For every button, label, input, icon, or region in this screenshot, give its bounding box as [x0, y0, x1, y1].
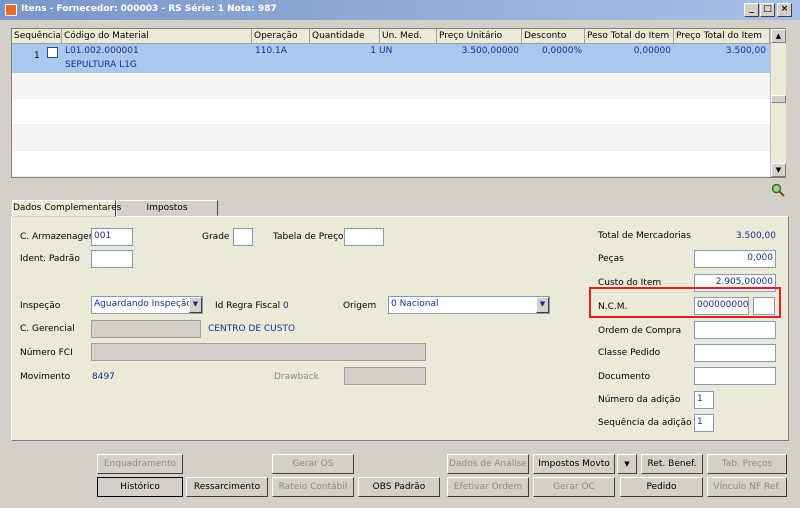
inspecao-label: Inspeção	[20, 301, 61, 311]
ncm-extra-input[interactable]	[753, 297, 775, 315]
total-mercadorias-value: 3.500,00	[735, 231, 776, 241]
close-button[interactable]: ×	[777, 3, 792, 17]
classe-pedido-input[interactable]	[694, 344, 776, 362]
col-header-sequencia[interactable]: Sequência	[12, 29, 62, 44]
pedido-button[interactable]: Pedido	[620, 477, 703, 497]
gerar-oc-button[interactable]: Gerar OC	[533, 477, 615, 497]
c-gerencial-desc: CENTRO DE CUSTO	[208, 324, 296, 334]
c-armazenagem-label: C. Armazenagem	[20, 232, 98, 242]
scroll-down-button[interactable]: ▼	[771, 163, 786, 177]
pecas-label: Peças	[598, 254, 624, 264]
tab-precos-button[interactable]: Tab. Preços	[707, 454, 787, 474]
row-preco-total: 3.500,00	[725, 46, 766, 56]
origem-label: Origem	[343, 301, 377, 311]
documento-input[interactable]	[694, 367, 776, 385]
sequencia-adicao-input[interactable]: 1	[694, 414, 714, 432]
ncm-label: N.C.M.	[598, 302, 628, 312]
grade-input[interactable]	[233, 228, 253, 246]
dados-analise-button[interactable]: Dados de Análise	[447, 454, 529, 474]
row-operacao: 110.1A	[255, 46, 287, 56]
impostos-dropdown-button[interactable]: ▼	[617, 454, 637, 474]
scroll-up-button[interactable]: ▲	[771, 29, 786, 43]
numero-fci-input	[91, 343, 426, 361]
col-header-preco-unitario[interactable]: Preço Unitário	[437, 29, 522, 44]
row-un-med: UN	[379, 46, 393, 56]
total-mercadorias-label: Total de Mercadorias	[598, 231, 691, 241]
row-sequencia: 1	[34, 51, 40, 61]
origem-value: 0 Nacional	[391, 299, 439, 309]
search-icon[interactable]	[771, 183, 785, 197]
empty-row	[12, 151, 770, 177]
efetivar-ordem-button[interactable]: Efetivar Ordem	[447, 477, 529, 497]
grade-label: Grade	[202, 232, 230, 242]
ident-padrao-label: Ident. Padrão	[20, 254, 80, 264]
documento-label: Documento	[598, 372, 651, 382]
row-desconto: 0,0000%	[541, 46, 582, 56]
minimize-button[interactable]: _	[744, 3, 759, 17]
inspecao-value: Aguardando Inspeção	[94, 299, 192, 309]
items-grid[interactable]: Sequência Código do Material Operação Qu…	[11, 28, 786, 178]
numero-adicao-input[interactable]: 1	[694, 391, 714, 409]
gerar-os-button[interactable]: Gerar OS	[272, 454, 354, 474]
classe-pedido-label: Classe Pedido	[598, 348, 661, 358]
row-preco-unitario: 3.500,00000	[461, 46, 519, 56]
sequencia-adicao-label: Sequência da adição	[598, 418, 692, 428]
id-regra-fiscal-value: 0	[283, 301, 289, 311]
tabela-preco-label: Tabela de Preço	[273, 232, 344, 242]
rateio-contabil-button[interactable]: Rateio Contábil	[272, 477, 354, 497]
numero-fci-label: Número FCI	[20, 348, 73, 358]
ordem-compra-input[interactable]	[694, 321, 776, 339]
drawback-input	[344, 367, 426, 385]
vertical-scrollbar[interactable]: ▲ ▼	[770, 29, 786, 177]
row-codigo: L01.002.000001	[65, 46, 139, 56]
movimento-value: 8497	[92, 372, 115, 382]
vinculo-nf-ref-button[interactable]: Vínculo NF Ref.	[707, 477, 787, 497]
ident-padrao-input[interactable]	[91, 250, 133, 268]
tab-dados-complementares[interactable]: Dados Complementares	[12, 200, 121, 217]
obs-padrao-button[interactable]: OBS Padrão	[358, 477, 440, 497]
window-title: Itens - Fornecedor: 000003 - RS Série: 1…	[21, 4, 277, 14]
empty-row	[12, 125, 770, 151]
col-header-quantidade[interactable]: Quantidade	[310, 29, 380, 44]
pecas-input[interactable]: 0,000	[694, 250, 776, 268]
chevron-down-icon[interactable]: ▼	[536, 297, 549, 313]
col-header-codigo[interactable]: Código do Material	[62, 29, 252, 44]
col-header-un-med[interactable]: Un. Med.	[380, 29, 437, 44]
chevron-down-icon[interactable]: ▼	[189, 297, 202, 313]
row-descricao: SEPULTURA L1G	[65, 60, 137, 70]
title-bar: Itens - Fornecedor: 000003 - RS Série: 1…	[0, 0, 800, 20]
tab-impostos[interactable]: Impostos	[116, 200, 218, 216]
origem-select[interactable]: 0 Nacional ▼	[388, 296, 550, 314]
ncm-input[interactable]: 0000000000	[694, 297, 749, 315]
table-row[interactable]: 1 L01.002.000001 SEPULTURA L1G 110.1A 1 …	[12, 44, 770, 73]
enquadramento-button[interactable]: Enquadramento	[97, 454, 183, 474]
col-header-peso-total[interactable]: Peso Total do Item	[585, 29, 674, 44]
c-gerencial-label: C. Gerencial	[20, 324, 75, 334]
chevron-down-icon: ▼	[624, 460, 630, 468]
inspecao-select[interactable]: Aguardando Inspeção ▼	[91, 296, 203, 314]
row-checkbox[interactable]	[47, 47, 58, 58]
impostos-movto-button[interactable]: Impostos Movto	[533, 454, 615, 474]
ret-benef-button[interactable]: Ret. Benef.	[641, 454, 703, 474]
drawback-label: Drawback	[274, 372, 319, 382]
historico-button[interactable]: Histórico	[97, 477, 183, 497]
ordem-compra-label: Ordem de Compra	[598, 326, 682, 336]
maximize-button[interactable]: □	[760, 3, 775, 17]
c-armazenagem-input[interactable]: 001	[91, 228, 133, 246]
app-icon	[5, 4, 17, 16]
id-regra-fiscal-label: Id Regra Fiscal	[215, 301, 281, 311]
c-gerencial-input	[91, 320, 201, 338]
row-peso-total: 0,00000	[633, 46, 671, 56]
col-header-desconto[interactable]: Desconto	[522, 29, 585, 44]
ressarcimento-button[interactable]: Ressarcimento	[186, 477, 268, 497]
numero-adicao-label: Número da adição	[598, 395, 681, 405]
row-quantidade: 1	[370, 46, 376, 56]
scroll-thumb[interactable]	[771, 95, 786, 103]
empty-row	[12, 99, 770, 125]
movimento-label: Movimento	[20, 372, 71, 382]
col-header-preco-total[interactable]: Preço Total do Item	[674, 29, 770, 44]
tabela-preco-input[interactable]	[344, 228, 384, 246]
empty-row	[12, 73, 770, 99]
col-header-operacao[interactable]: Operação	[252, 29, 310, 44]
